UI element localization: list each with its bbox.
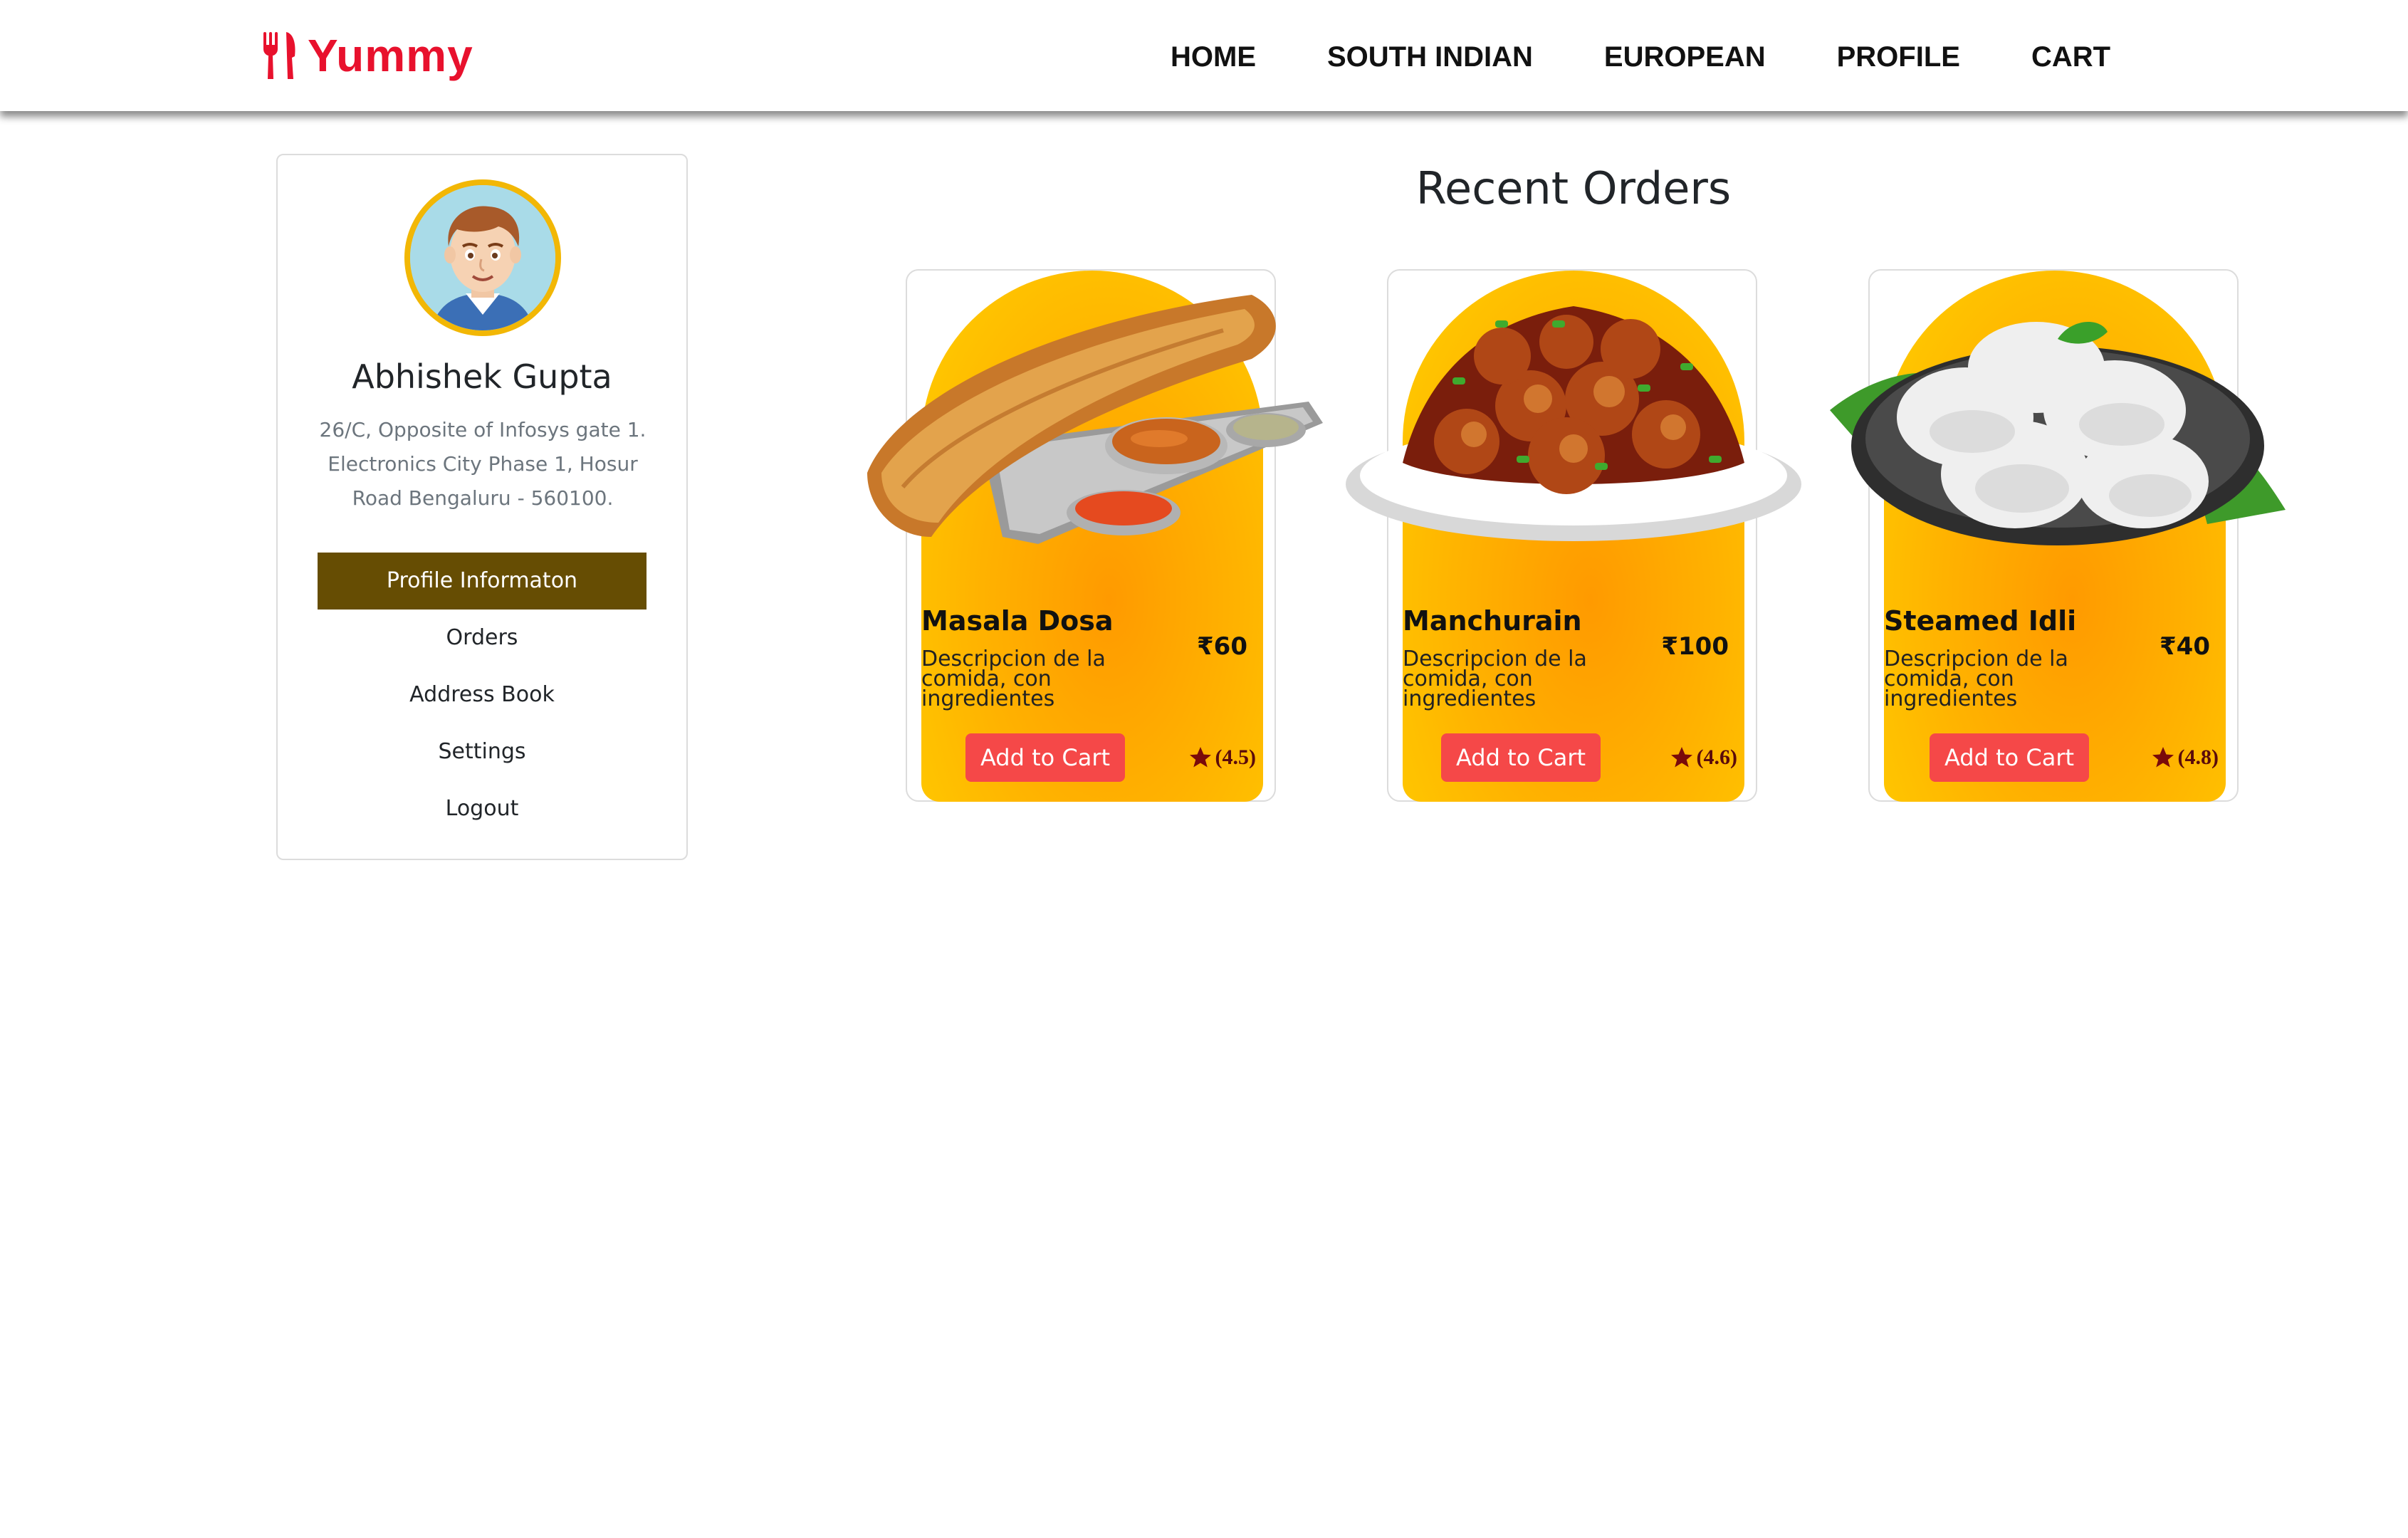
- food-name: Steamed Idli: [1884, 605, 2077, 637]
- food-card-masala-dosa: Masala Dosa ₹60 Descripcion de la comida…: [867, 269, 1323, 802]
- star-icon: [1189, 747, 1211, 768]
- user-name: Abhishek Gupta: [352, 357, 612, 396]
- profile-menu: Profile Informaton Orders Address Book S…: [318, 553, 647, 837]
- add-to-cart-button[interactable]: Add to Cart: [1930, 733, 2089, 782]
- star-icon: [1670, 747, 1692, 768]
- food-name: Masala Dosa: [921, 605, 1114, 637]
- nav-home[interactable]: HOME: [1171, 41, 1256, 73]
- nav-links: HOME SOUTH INDIAN EUROPEAN PROFILE CART: [1171, 41, 2110, 73]
- star-icon: [2152, 747, 2174, 768]
- add-to-cart-button[interactable]: Add to Cart: [1441, 733, 1601, 782]
- rating-value: (4.6): [1696, 746, 1737, 769]
- idli-image: [1830, 322, 2286, 545]
- food-description: Descripcion de la comida, con ingredient…: [921, 647, 1106, 711]
- food-price: ₹60: [1197, 632, 1247, 661]
- brand-logo[interactable]: Yummy: [261, 27, 473, 84]
- rating: (4.6): [1668, 745, 1737, 770]
- food-name: Manchurain: [1403, 605, 1582, 637]
- food-price: ₹100: [1661, 632, 1729, 661]
- menu-orders[interactable]: Orders: [318, 610, 647, 666]
- rating: (4.5): [1187, 745, 1256, 770]
- food-price: ₹40: [2160, 632, 2210, 661]
- food-description: Descripcion de la comida, con ingredient…: [1884, 647, 2068, 711]
- menu-settings[interactable]: Settings: [318, 723, 647, 780]
- nav-profile[interactable]: PROFILE: [1837, 41, 1960, 73]
- add-to-cart-button[interactable]: Add to Cart: [965, 733, 1125, 782]
- user-address: 26/C, Opposite of Infosys gate 1. Electr…: [319, 418, 647, 510]
- nav-european[interactable]: EUROPEAN: [1604, 41, 1766, 73]
- manchurian-image: [1346, 306, 1801, 541]
- brand-name: Yummy: [308, 30, 473, 81]
- profile-card: Abhishek Gupta 26/C, Opposite of Infosys…: [276, 154, 688, 860]
- food-card-steamed-idli: Steamed Idli ₹40 Descripcion de la comid…: [1830, 269, 2286, 802]
- rating-value: (4.8): [2177, 746, 2219, 769]
- fork-knife-icon: [263, 32, 295, 79]
- rating-value: (4.5): [1215, 746, 1256, 769]
- menu-address-book[interactable]: Address Book: [318, 666, 647, 723]
- user-avatar-icon: [410, 185, 555, 330]
- menu-logout[interactable]: Logout: [318, 780, 647, 837]
- food-card-manchurian: Manchurain ₹100 Descripcion de la comida…: [1346, 269, 1801, 802]
- top-navbar: Yummy HOME SOUTH INDIAN EUROPEAN PROFILE…: [0, 0, 2408, 111]
- rating: (4.8): [2150, 745, 2219, 770]
- avatar: [404, 179, 561, 336]
- recent-orders-title: Recent Orders: [1415, 162, 1732, 214]
- masala-dosa-image: [867, 295, 1323, 544]
- food-description: Descripcion de la comida, con ingredient…: [1403, 647, 1587, 711]
- nav-south-indian[interactable]: SOUTH INDIAN: [1327, 41, 1533, 73]
- nav-cart[interactable]: CART: [2031, 41, 2110, 73]
- menu-profile-information[interactable]: Profile Informaton: [318, 553, 647, 610]
